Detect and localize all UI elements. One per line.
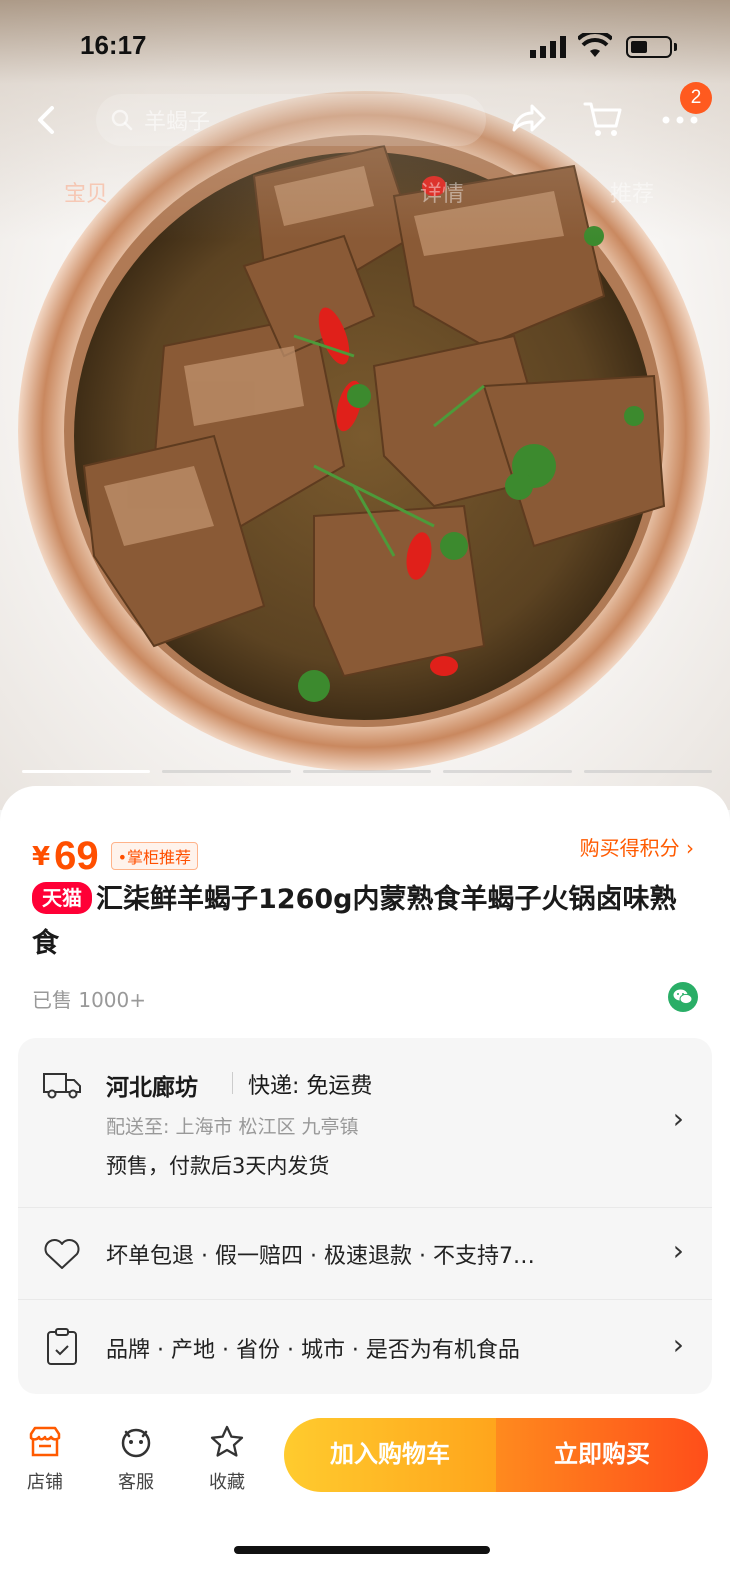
product-info-card: ¥ 69 •掌柜推荐 购买得积分 › 天猫 汇柒鲜羊蝎子1260g内蒙熟食羊蝎子火… — [0, 786, 730, 1406]
pager-dot — [162, 770, 291, 773]
guarantee-row[interactable]: 坏单包退 · 假一赔四 · 极速退款 · 不支持7… › — [18, 1208, 712, 1300]
top-nav: 羊蝎子 — [0, 90, 730, 150]
cellular-signal-icon — [530, 36, 566, 58]
chevron-right-icon: › — [672, 1328, 684, 1361]
product-title-text: 汇柒鲜羊蝎子1260g内蒙熟食羊蝎子火锅卤味熟食 — [32, 884, 677, 959]
clipboard-icon — [47, 1328, 77, 1365]
service-label: 客服 — [118, 1472, 154, 1493]
delivery-truck-icon — [43, 1073, 81, 1099]
pager-dot — [302, 770, 432, 773]
tab-item[interactable]: 宝贝 — [64, 176, 108, 208]
home-indicator — [234, 1546, 490, 1554]
info-panel: 河北廊坊 快递: 免运费 配送至: 上海市 松江区 九亭镇 预售，付款后3天内发… — [18, 1038, 712, 1394]
section-tabs: 宝贝 详情 推荐 — [0, 176, 730, 216]
pager-dot — [583, 770, 713, 773]
battery-icon — [626, 36, 672, 58]
status-time: 16:17 — [80, 30, 147, 60]
search-icon — [111, 109, 133, 131]
pager-dot-active — [22, 770, 151, 773]
store-button[interactable]: 店铺 — [10, 1424, 80, 1494]
presale-notice: 预售，付款后3天内发货 — [106, 1154, 330, 1178]
parameters-row[interactable]: 品牌 · 产地 · 省份 · 城市 · 是否为有机食品 › — [18, 1300, 712, 1394]
battery-tip — [674, 43, 677, 51]
back-arrow-icon[interactable] — [30, 102, 66, 138]
recommend-tag: •掌柜推荐 — [110, 842, 199, 870]
favorite-button[interactable]: 收藏 — [192, 1424, 262, 1494]
search-bar[interactable]: 羊蝎子 — [96, 94, 486, 146]
store-label: 店铺 — [27, 1472, 63, 1493]
store-icon — [29, 1426, 61, 1457]
price-value: 69 — [54, 834, 99, 878]
shipping-fee: 快递: 免运费 — [248, 1074, 373, 1099]
favorite-label: 收藏 — [209, 1472, 245, 1493]
status-bar: 16:17 — [0, 0, 730, 90]
pager-dot — [443, 770, 572, 773]
delivery-destination: 配送至: 上海市 松江区 九亭镇 — [106, 1116, 359, 1138]
heart-guarantee-icon — [44, 1239, 80, 1269]
delivery-row[interactable]: 河北廊坊 快递: 免运费 配送至: 上海市 松江区 九亭镇 预售，付款后3天内发… — [18, 1038, 712, 1208]
currency-symbol: ¥ — [32, 842, 51, 872]
bottom-action-bar: 店铺 客服 收藏 加入购物车 立即购买 — [0, 1406, 730, 1580]
ship-origin: 河北廊坊 — [106, 1075, 198, 1101]
tmall-badge: 天猫 — [32, 882, 92, 914]
star-icon — [210, 1425, 244, 1457]
cart-count-badge: 2 — [680, 82, 712, 114]
wifi-icon — [578, 33, 612, 57]
image-pager — [22, 770, 713, 774]
search-query: 羊蝎子 — [144, 110, 211, 135]
price-row: ¥ 69 •掌柜推荐 — [32, 826, 199, 878]
cart-icon[interactable] — [582, 98, 624, 140]
customer-service-button[interactable]: 客服 — [101, 1424, 171, 1494]
product-title: 天猫 汇柒鲜羊蝎子1260g内蒙熟食羊蝎子火锅卤味熟食 — [32, 878, 692, 966]
divider — [232, 1072, 233, 1094]
points-link[interactable]: 购买得积分 › — [580, 832, 694, 861]
sold-count: 已售 1000+ — [32, 988, 147, 1012]
tab-detail[interactable]: 详情 — [420, 176, 464, 208]
buy-now-button[interactable]: 立即购买 — [496, 1418, 708, 1492]
chevron-right-icon: › — [672, 1234, 684, 1267]
chevron-right-icon: › — [672, 1102, 684, 1135]
share-icon[interactable] — [508, 100, 548, 140]
add-to-cart-button[interactable]: 加入购物车 — [284, 1418, 496, 1492]
tab-recommend[interactable]: 推荐 — [610, 176, 654, 208]
wechat-share-icon[interactable] — [668, 982, 698, 1012]
parameters-text: 品牌 · 产地 · 省份 · 城市 · 是否为有机食品 — [106, 1338, 520, 1363]
service-face-icon — [121, 1428, 151, 1458]
guarantee-text: 坏单包退 · 假一赔四 · 极速退款 · 不支持7… — [106, 1244, 535, 1269]
